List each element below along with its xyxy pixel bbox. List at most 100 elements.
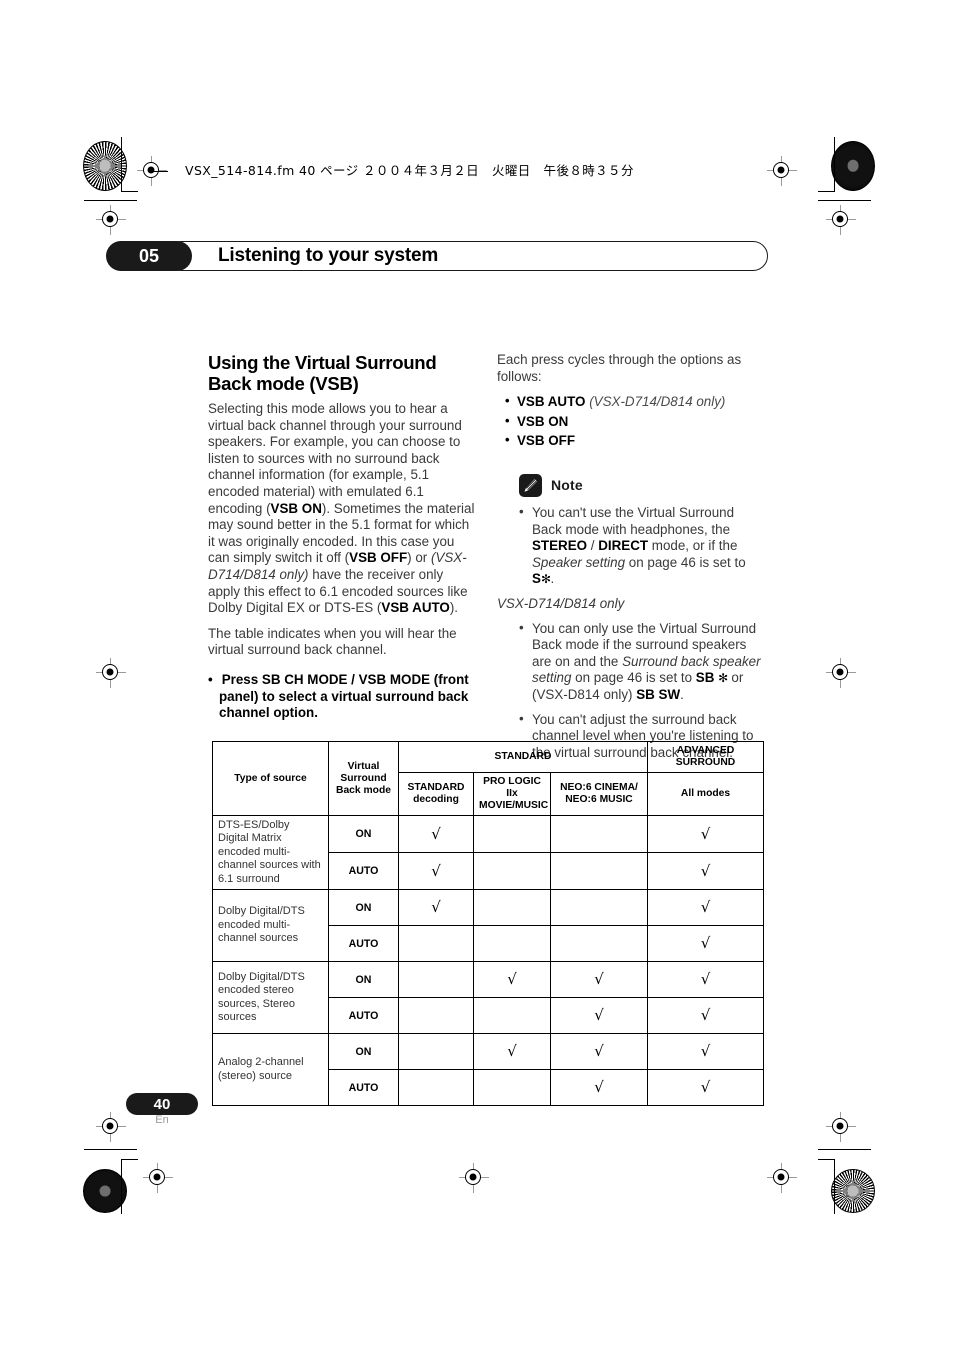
cell-vsb-mode: AUTO [328, 852, 399, 891]
print-header-text: VSX_514-814.fm 40 ページ ２００４年３月２日 火曜日 午後８時… [185, 163, 634, 178]
check-mark-icon: √ [700, 824, 711, 843]
cell-standard-decoding: √ [398, 814, 474, 854]
cell-standard-decoding: √ [398, 889, 474, 927]
table-row: DTS-ES/Dolby Digital Matrix encoded mult… [212, 814, 764, 891]
note2-run-c: on page 46 is set to [571, 670, 696, 686]
cell-advanced: √ [647, 814, 764, 854]
section-title: Using the Virtual Surround Back mode (VS… [208, 352, 437, 394]
model-qualifier-note: VSX-D714/D814 only [497, 595, 625, 611]
note-header: Note [519, 473, 765, 497]
crop-mark-top-left-outer [84, 137, 137, 201]
para-run-vsb-on: VSB ON [270, 500, 322, 516]
check-mark-icon: √ [700, 1006, 711, 1025]
cell-standard-decoding [398, 1069, 474, 1107]
notes-list-1: You can't use the Virtual Surround Back … [497, 504, 765, 588]
option-label: VSB OFF [517, 433, 576, 449]
cell-source-type: Analog 2-channel (stereo) source [212, 1033, 329, 1107]
para-run-a: Selecting this mode allows you to hear a… [208, 401, 462, 516]
check-mark-icon: √ [431, 898, 441, 917]
th-vsb-mode: Virtual Surround Back mode [328, 741, 399, 816]
table-body: DTS-ES/Dolby Digital Matrix encoded mult… [212, 814, 764, 1107]
check-mark-icon: √ [594, 1042, 604, 1061]
registration-crosshair-bottom-center [459, 1163, 489, 1193]
note-label: Note [551, 477, 583, 494]
cell-neo6 [550, 925, 648, 963]
right-column: Each press cycles through the options as… [497, 352, 765, 769]
option-qualifier: (VSX-D714/D814 only) [589, 394, 726, 410]
page-title: Listening to your system [218, 245, 439, 266]
cell-advanced: √ [647, 961, 764, 999]
cell-vsb-mode: ON [328, 961, 399, 999]
registration-crosshair-bottom-right [767, 1163, 797, 1193]
header-rule [152, 171, 168, 173]
bullet-glyph: • [208, 671, 213, 687]
left-column: Using the Virtual Surround Back mode (VS… [208, 352, 476, 722]
crop-mark-bottom-left-outer [84, 1149, 137, 1212]
cell-vsb-mode: ON [328, 814, 399, 854]
list-item: VSB AUTO (VSX-D714/D814 only) [505, 393, 765, 411]
registration-crosshair-right-upper [826, 205, 856, 235]
cell-pro-logic [473, 1069, 551, 1107]
th-standard-decoding: STANDARD decoding [398, 772, 474, 816]
cell-standard-decoding [398, 961, 474, 999]
note-run-g: on page 46 is set to [625, 554, 746, 570]
check-mark-icon: √ [700, 861, 711, 880]
intro-paragraph: Selecting this mode allows you to hear a… [208, 401, 476, 617]
th-standard-group: STANDARD [398, 741, 648, 773]
note2-run-h: . [680, 686, 684, 702]
note-run-e: mode, or if the [648, 538, 738, 554]
list-item: You can only use the Virtual Surround Ba… [519, 620, 765, 704]
check-mark-icon: √ [700, 934, 711, 953]
cell-vsb-mode: AUTO [328, 1069, 399, 1107]
cell-neo6: √ [550, 1069, 648, 1107]
check-mark-icon: √ [594, 1078, 604, 1097]
note-run-j: . [550, 571, 555, 587]
note-run-c: / [587, 538, 599, 554]
vsb-options-list: VSB AUTO (VSX-D714/D814 only) VSB ON VSB… [497, 393, 765, 450]
registration-crosshair-left-lower [96, 1112, 126, 1142]
cell-advanced: √ [647, 997, 764, 1035]
page-number-badge: 40 [126, 1093, 198, 1115]
th-type-of-source: Type of source [212, 741, 329, 816]
table-row: Dolby Digital/DTS encoded stereo sources… [212, 961, 764, 1035]
check-mark-icon: √ [507, 970, 517, 989]
command-instruction: • Press SB CH MODE / VSB MODE (front pane… [208, 672, 476, 722]
registration-crosshair-right-lower [826, 1112, 856, 1142]
cell-advanced: √ [647, 852, 764, 891]
check-mark-icon: √ [700, 1042, 711, 1061]
cell-source-type: DTS-ES/Dolby Digital Matrix encoded mult… [212, 814, 329, 891]
cell-pro-logic: √ [473, 1033, 551, 1071]
cell-standard-decoding [398, 925, 474, 963]
note-run-speaker-setting: Speaker setting [532, 554, 626, 570]
table-head: Type of source Virtual Surround Back mod… [212, 741, 764, 816]
cell-neo6 [550, 889, 648, 927]
note-run-s-symbol: S [532, 571, 541, 587]
table-group-header-row: Type of source Virtual Surround Back mod… [212, 741, 764, 816]
table-intro-paragraph: The table indicates when you will hear t… [208, 625, 457, 658]
cell-pro-logic [473, 997, 551, 1035]
command-text: Press SB CH MODE / VSB MODE (front panel… [219, 671, 469, 721]
crop-mark-top-right-outer [818, 137, 871, 201]
option-label: VSB ON [517, 413, 569, 429]
cell-vsb-mode: AUTO [328, 925, 399, 963]
check-mark-icon: √ [700, 970, 711, 989]
cell-standard-decoding: √ [398, 852, 474, 891]
page-language-code: En [155, 1114, 169, 1126]
check-mark-icon: √ [431, 824, 441, 843]
check-mark-icon: √ [431, 861, 441, 880]
cell-neo6: √ [550, 997, 648, 1035]
list-item: You can't use the Virtual Surround Back … [519, 504, 765, 588]
check-mark-icon: √ [594, 970, 604, 989]
crop-mark-bottom-right-outer [818, 1149, 871, 1212]
pencil-icon [519, 473, 542, 497]
cell-pro-logic: √ [473, 961, 551, 999]
table-row: Dolby Digital/DTS encoded multi-channel … [212, 889, 764, 963]
cell-standard-decoding [398, 997, 474, 1035]
cell-advanced: √ [647, 889, 764, 927]
options-intro: Each press cycles through the options as… [497, 352, 742, 384]
list-item: VSB ON [505, 413, 765, 431]
registration-crosshair-right-middle [826, 658, 856, 688]
cell-pro-logic [473, 889, 551, 927]
cell-pro-logic [473, 814, 551, 854]
cell-advanced: √ [647, 925, 764, 963]
